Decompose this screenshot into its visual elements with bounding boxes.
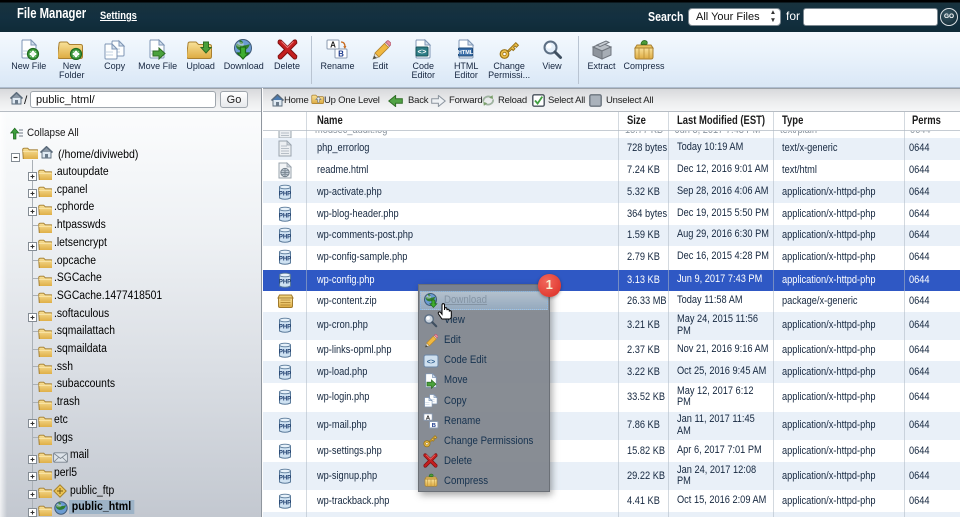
svg-text:<>: <> — [418, 49, 428, 57]
svg-text:<>: <> — [427, 359, 435, 367]
svg-text:PHP: PHP — [279, 191, 291, 197]
svg-text:PHP: PHP — [279, 279, 291, 285]
svg-text:PHP: PHP — [279, 396, 291, 402]
svg-text:PHP: PHP — [279, 350, 291, 356]
svg-text:PHP: PHP — [279, 475, 291, 481]
svg-text:HTML: HTML — [458, 50, 474, 56]
svg-text:PHP: PHP — [279, 425, 291, 431]
svg-text:PHP: PHP — [279, 213, 291, 219]
svg-text:PHP: PHP — [279, 235, 291, 241]
svg-text:PHP: PHP — [279, 325, 291, 331]
svg-text:PHP: PHP — [279, 371, 291, 377]
svg-text:PHP: PHP — [279, 450, 291, 456]
svg-text:B: B — [338, 50, 344, 59]
svg-text:A: A — [330, 41, 336, 50]
svg-text:PHP: PHP — [279, 257, 291, 263]
svg-text:PHP: PHP — [279, 500, 291, 506]
svg-text:B: B — [432, 423, 436, 429]
